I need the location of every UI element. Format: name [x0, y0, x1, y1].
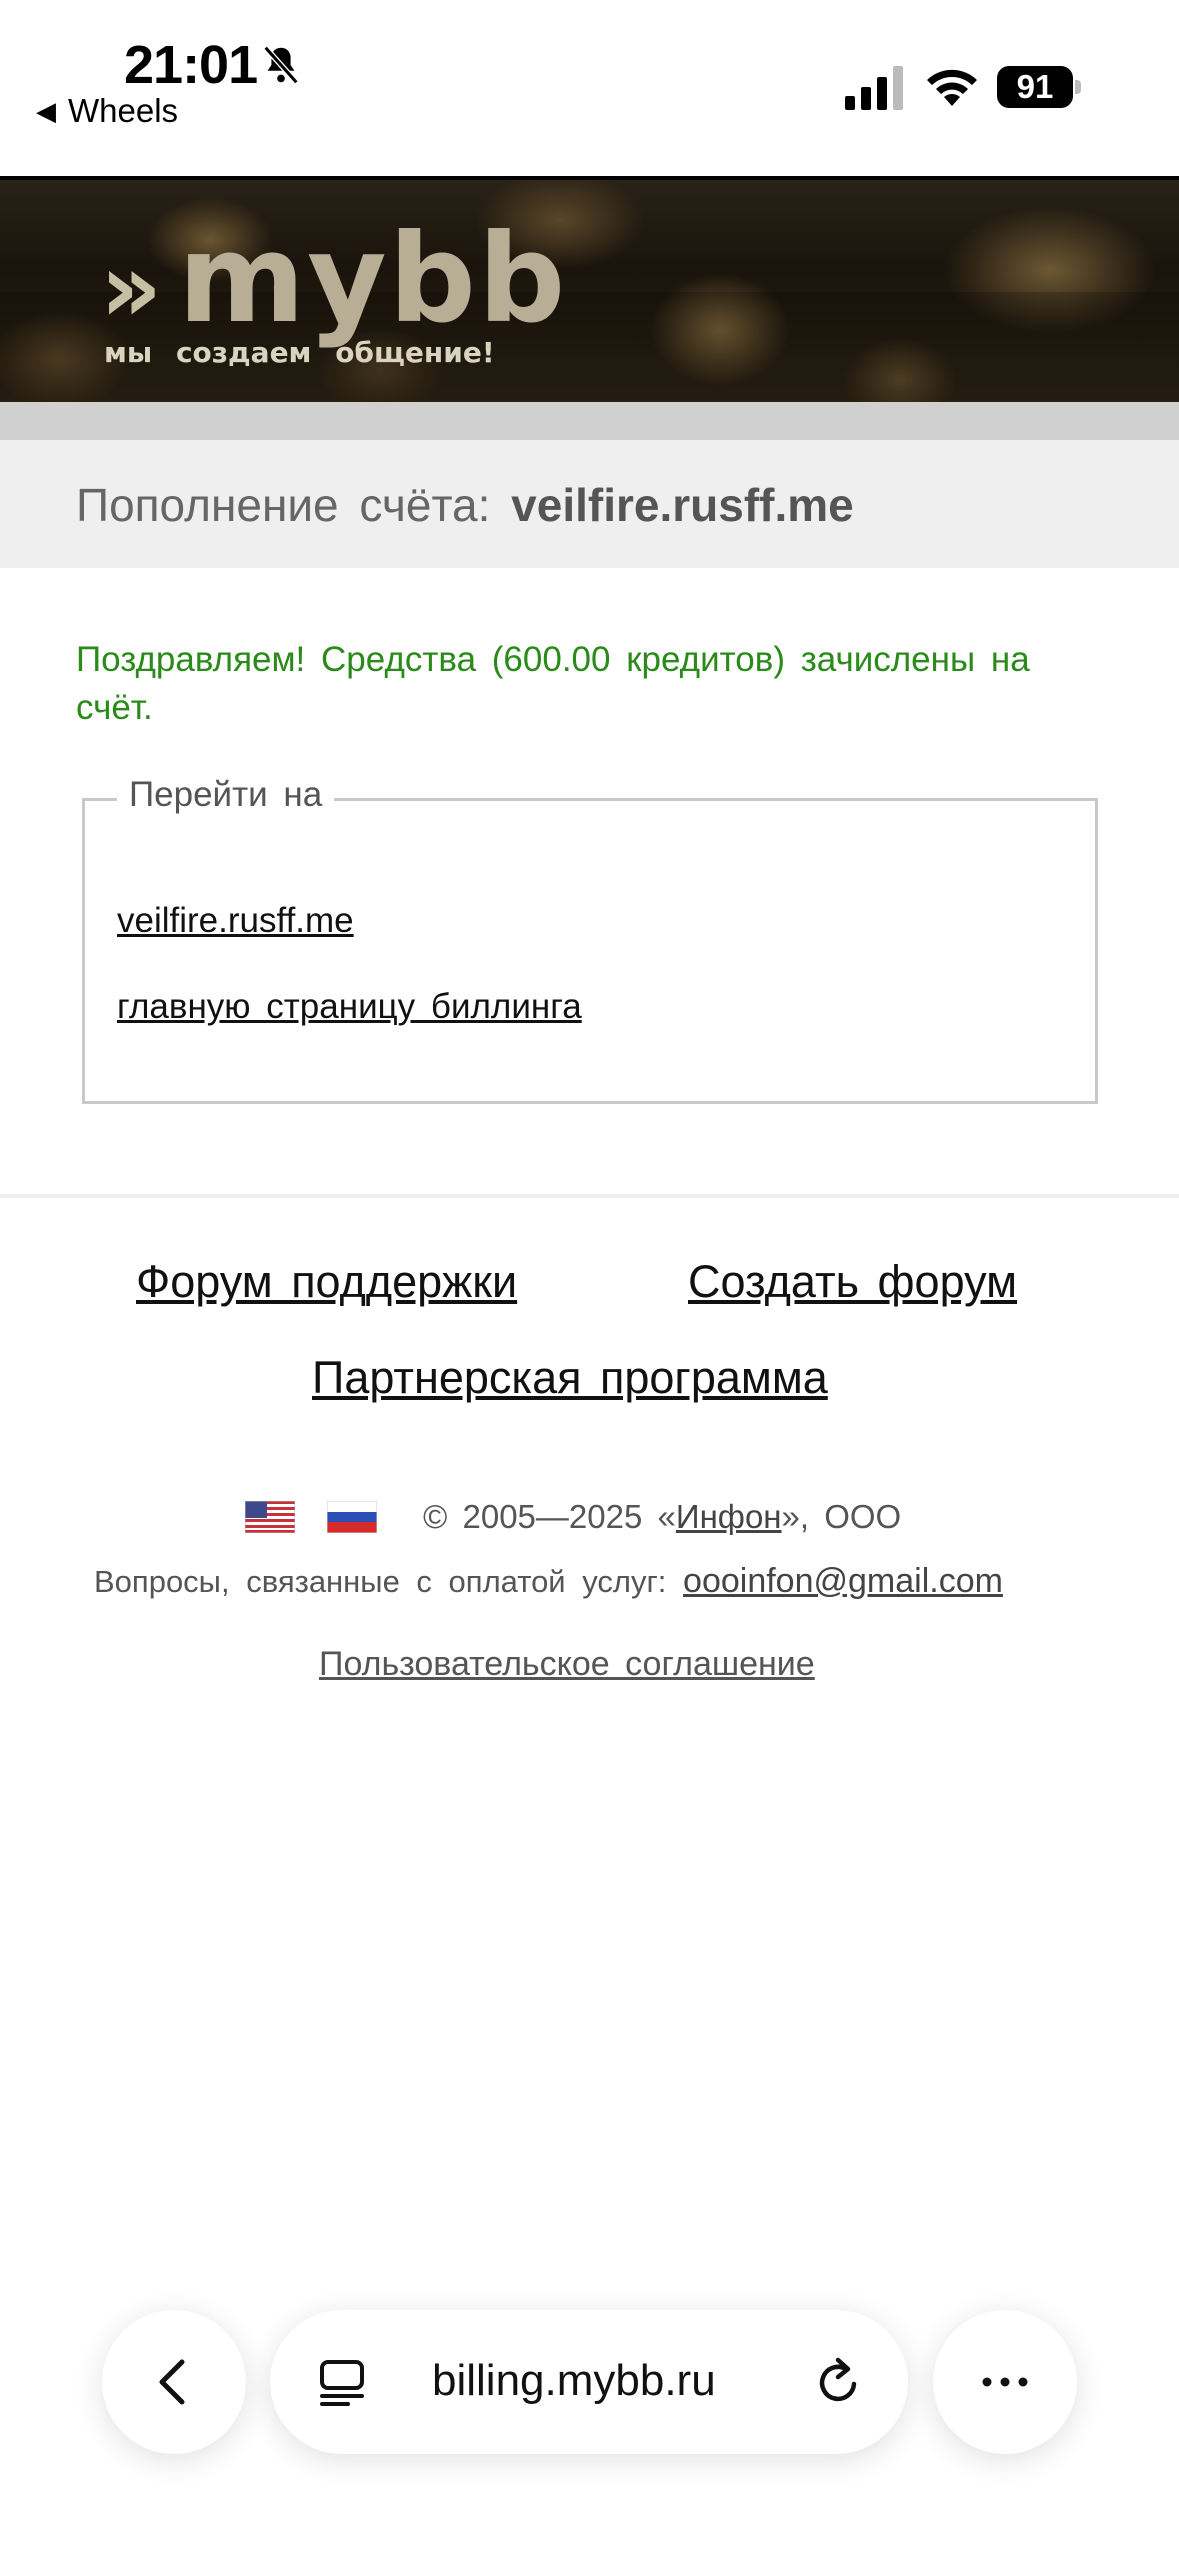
- logo-text: mybb: [178, 208, 568, 350]
- support-forum-link[interactable]: Форум поддержки: [136, 1256, 517, 1308]
- user-agreement-link[interactable]: Пользовательское соглашение: [319, 1645, 815, 1684]
- goto-fieldset: Перейти на veilfire.rusff.me главную стр…: [82, 775, 1098, 1104]
- mybb-logo[interactable]: » mybb мы создаем общение!: [100, 208, 568, 369]
- address-bar[interactable]: billing.mybb.ru: [270, 2310, 908, 2454]
- status-bar: 21:01 ◀ Wheels 91: [0, 0, 1179, 176]
- url-text[interactable]: billing.mybb.ru: [432, 2356, 716, 2406]
- mybb-banner[interactable]: » mybb мы создаем общение!: [0, 176, 1179, 402]
- contact-email-link[interactable]: oooinfon@gmail.com: [683, 1562, 1003, 1600]
- battery-indicator: 91: [997, 66, 1081, 108]
- tabs-icon[interactable]: [318, 2356, 370, 2408]
- page-header: Пополнение счёта: veilfire.rusff.me: [0, 440, 1179, 568]
- payment-contact: Вопросы, связанные с оплатой услуг: oooi…: [94, 1562, 1003, 1601]
- page-title-domain: veilfire.rusff.me: [511, 479, 854, 531]
- copyright-prefix: © 2005—2025 «: [423, 1498, 676, 1535]
- status-time: 21:01: [124, 35, 258, 95]
- more-menu-button[interactable]: [933, 2310, 1077, 2454]
- back-app-label: Wheels: [68, 92, 179, 129]
- us-flag-icon[interactable]: [245, 1501, 295, 1533]
- company-link[interactable]: Инфон: [676, 1498, 782, 1535]
- success-message: Поздравляем! Средства (600.00 кредитов) …: [76, 640, 1030, 727]
- reload-icon[interactable]: [810, 2354, 866, 2410]
- more-dots-icon: [982, 2377, 1028, 2387]
- contact-label: Вопросы, связанные с оплатой услуг:: [94, 1564, 667, 1599]
- back-triangle-icon: ◀: [36, 95, 56, 126]
- page-title-prefix: Пополнение счёта:: [76, 479, 491, 531]
- forum-link[interactable]: veilfire.rusff.me: [117, 901, 354, 941]
- goto-legend: Перейти на: [117, 775, 335, 815]
- logo-tagline: мы создаем общение!: [104, 336, 495, 369]
- footer-flags-row: © 2005—2025 «Инфон», ООО: [245, 1498, 901, 1536]
- bell-muted-icon: [263, 45, 299, 85]
- ru-flag-icon[interactable]: [327, 1501, 377, 1533]
- billing-home-link[interactable]: главную страницу биллинга: [117, 987, 582, 1027]
- wifi-icon: [927, 69, 977, 106]
- copyright-suffix: », ООО: [781, 1498, 902, 1535]
- banner-divider: [0, 402, 1179, 440]
- battery-level: 91: [997, 66, 1073, 108]
- copyright-text: © 2005—2025 «Инфон», ООО: [423, 1498, 901, 1536]
- create-forum-link[interactable]: Создать форум: [688, 1256, 1017, 1308]
- partner-program-link[interactable]: Партнерская программа: [312, 1352, 828, 1404]
- cellular-signal-icon: [845, 66, 903, 110]
- browser-back-button[interactable]: [102, 2310, 246, 2454]
- chevron-left-icon: [159, 2359, 185, 2405]
- battery-nub: [1075, 80, 1081, 94]
- back-to-app-button[interactable]: ◀ Wheels: [36, 92, 178, 130]
- content-divider: [0, 1194, 1179, 1198]
- logo-chevron-icon: »: [100, 232, 165, 344]
- page-title: Пополнение счёта: veilfire.rusff.me: [76, 478, 854, 532]
